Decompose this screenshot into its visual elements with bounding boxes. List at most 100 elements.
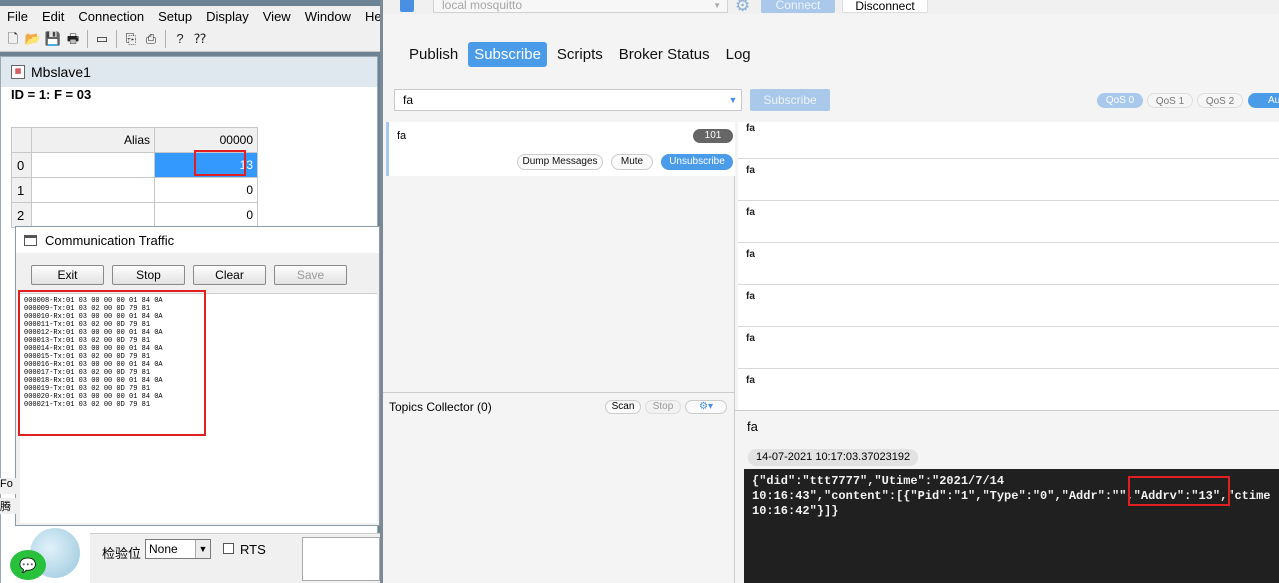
message-topic: fa	[746, 123, 755, 134]
document-icon: ▦	[11, 65, 25, 79]
context-help-icon[interactable]: ⁇	[191, 30, 209, 48]
alias-cell[interactable]	[31, 202, 155, 228]
stop-button[interactable]: Stop	[645, 400, 681, 414]
parity-label: 检验位	[102, 546, 142, 561]
register-grid: Alias 00000 0 13 1 0 2 0	[11, 127, 258, 228]
message-list[interactable]: fa fa fa fa fa fa fa	[738, 122, 1279, 410]
background-window-fragment: Fo	[0, 478, 16, 494]
help-icon[interactable]: ?	[171, 30, 189, 48]
modbus-slave-window: File Edit Connection Setup Display View …	[0, 0, 380, 583]
profile-select[interactable]: local mosquitto ▼	[433, 0, 728, 13]
dump-messages-button[interactable]: Dump Messages	[517, 154, 603, 170]
main-tabs: Publish Subscribe Scripts Broker Status …	[403, 42, 757, 67]
parity-value: None	[149, 542, 178, 556]
gear-icon[interactable]: ⚙	[735, 0, 750, 14]
menu-view[interactable]: View	[256, 9, 298, 24]
traffic-titlebar: Communication Traffic	[16, 227, 379, 253]
disconnect-button[interactable]: Disconnect	[842, 0, 928, 13]
tab-publish[interactable]: Publish	[403, 42, 464, 67]
message-row[interactable]: fa	[738, 243, 1279, 285]
subscriptions-panel: fa 101 Dump Messages Mute Unsubscribe	[383, 122, 735, 392]
collector-title: Topics Collector (0)	[389, 400, 492, 414]
file-icon[interactable]	[400, 0, 414, 12]
register-value-cell[interactable]: 0	[154, 202, 258, 228]
alias-column-header: Alias	[31, 127, 155, 153]
qos-2-toggle[interactable]: QoS 2	[1197, 93, 1243, 108]
connect-icon[interactable]: ⎘	[122, 30, 140, 48]
alias-cell[interactable]	[31, 177, 155, 203]
row-header: 2	[11, 202, 32, 228]
wechat-icon[interactable]: 💬	[10, 550, 46, 580]
disconnect-icon[interactable]: ⎙	[142, 30, 160, 48]
message-topic: fa	[746, 249, 755, 260]
message-row[interactable]: fa	[738, 285, 1279, 327]
window-icon	[24, 234, 37, 246]
autoscroll-toggle[interactable]: Au	[1248, 93, 1279, 108]
subscription-item[interactable]: fa 101 Dump Messages Mute Unsubscribe	[386, 122, 735, 176]
row-header: 1	[11, 177, 32, 203]
detail-timestamp: 14-07-2021 10:17:03.37023192	[748, 449, 919, 466]
print-icon[interactable]: 🖶	[64, 30, 82, 48]
message-row[interactable]: fa	[738, 122, 1279, 159]
menu-setup[interactable]: Setup	[151, 9, 199, 24]
menu-display[interactable]: Display	[199, 9, 256, 24]
toolbar-separator	[87, 29, 88, 48]
menu-bar: File Edit Connection Setup Display View …	[0, 6, 380, 26]
window-icon[interactable]: ▭	[93, 30, 111, 48]
toolbar-separator	[116, 29, 117, 48]
child-window-title: Mbslave1	[31, 64, 91, 80]
topics-collector: Topics Collector (0) Scan Stop ⚙▾	[383, 392, 735, 583]
slave-id-line: ID = 1: F = 03	[11, 87, 92, 102]
save-button[interactable]: Save	[274, 265, 347, 285]
settings-gear-icon[interactable]: ⚙▾	[685, 400, 727, 414]
message-topic: fa	[746, 165, 755, 176]
detail-topic: fa	[747, 419, 758, 434]
profile-value: local mosquitto	[442, 0, 523, 12]
stop-button[interactable]: Stop	[112, 265, 185, 285]
message-topic: fa	[746, 375, 755, 386]
message-row[interactable]: fa	[738, 327, 1279, 369]
highlight-box	[18, 290, 206, 436]
tab-scripts[interactable]: Scripts	[551, 42, 609, 67]
highlight-box	[194, 150, 246, 176]
qos-1-toggle[interactable]: QoS 1	[1147, 93, 1193, 108]
tab-log[interactable]: Log	[720, 42, 757, 67]
menu-edit[interactable]: Edit	[35, 9, 71, 24]
open-folder-icon[interactable]: 📂	[24, 30, 42, 48]
rts-checkbox[interactable]	[223, 543, 234, 554]
message-topic: fa	[746, 291, 755, 302]
menu-window[interactable]: Window	[298, 9, 358, 24]
child-window-titlebar: ▦ Mbslave1	[1, 57, 377, 87]
scan-button[interactable]: Scan	[605, 400, 641, 414]
message-count-badge: 101	[693, 129, 733, 143]
connect-button[interactable]: Connect	[761, 0, 835, 13]
tab-subscribe[interactable]: Subscribe	[468, 42, 547, 67]
register-value-cell[interactable]: 0	[154, 177, 258, 203]
toolbar: 🗋 📂 💾 🖶 ▭ ⎘ ⎙ ? ⁇	[0, 26, 380, 52]
alias-cell[interactable]	[31, 152, 155, 178]
qos-0-toggle[interactable]: QoS 0	[1097, 93, 1143, 108]
exit-button[interactable]: Exit	[31, 265, 104, 285]
message-topic: fa	[746, 333, 755, 344]
address-column-header: 00000	[154, 127, 258, 153]
new-file-icon[interactable]: 🗋	[4, 30, 22, 48]
message-row[interactable]: fa	[738, 201, 1279, 243]
unsubscribe-button[interactable]: Unsubscribe	[661, 154, 733, 170]
message-row[interactable]: fa	[738, 369, 1279, 410]
save-icon[interactable]: 💾	[44, 30, 62, 48]
highlight-box	[1128, 476, 1230, 506]
mqtt-client-window: local mosquitto ▼ ⚙ Connect Disconnect P…	[383, 0, 1279, 583]
message-row[interactable]: fa	[738, 159, 1279, 201]
menu-help[interactable]: Hel	[358, 9, 380, 24]
topic-input[interactable]: fa	[394, 89, 742, 111]
message-topic: fa	[746, 207, 755, 218]
chevron-down-icon[interactable]: ▼	[723, 89, 743, 111]
tab-broker-status[interactable]: Broker Status	[613, 42, 716, 67]
menu-connection[interactable]: Connection	[71, 9, 151, 24]
status-panel	[302, 537, 380, 581]
mute-button[interactable]: Mute	[611, 154, 653, 170]
parity-select[interactable]: None ▼	[145, 539, 211, 559]
clear-button[interactable]: Clear	[193, 265, 266, 285]
menu-file[interactable]: File	[0, 9, 35, 24]
subscribe-button[interactable]: Subscribe	[750, 89, 830, 111]
